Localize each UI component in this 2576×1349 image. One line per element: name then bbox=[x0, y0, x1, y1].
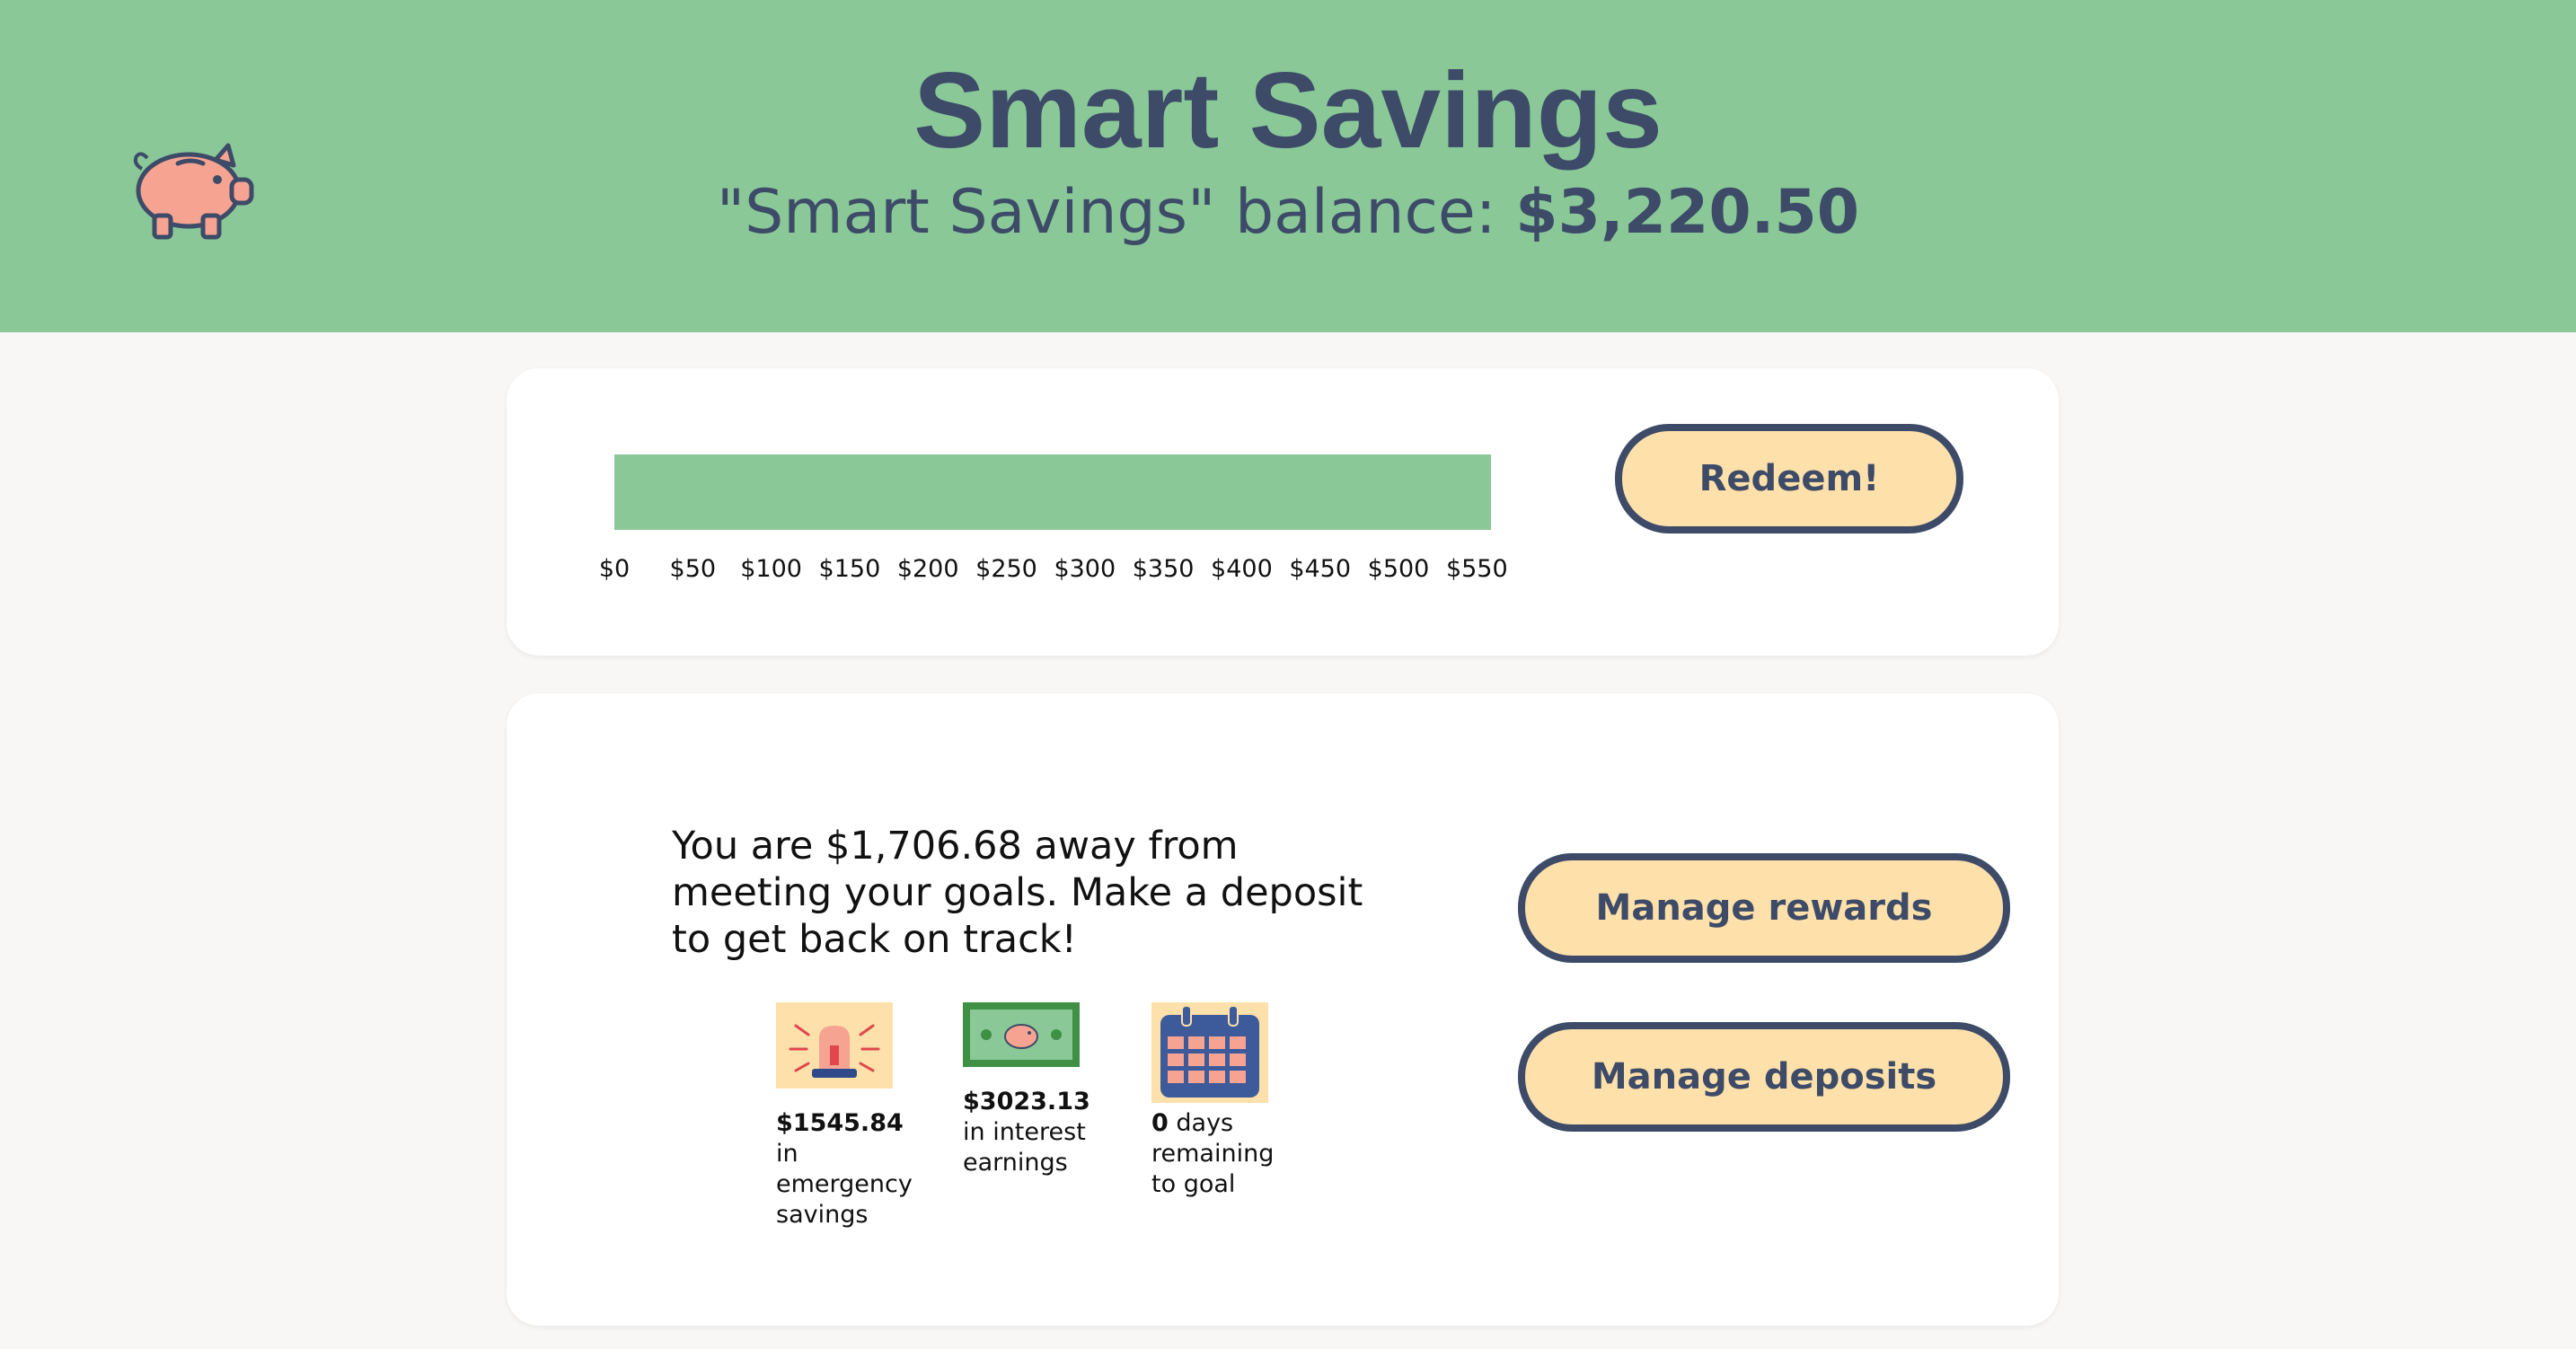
days-remaining-value: 0 bbox=[1151, 1109, 1169, 1137]
savings-progress-bar bbox=[614, 454, 1491, 530]
progress-axis: $0 $50 $100 $150 $200 $250 $300 $350 $400 $450 $50… bbox=[599, 555, 1508, 591]
progress-card: $0 $50 $100 $150 $200 $250 $300 $350 $400 $450 $50… bbox=[507, 368, 2059, 656]
interest-earnings-value: $3023.13 bbox=[963, 1088, 1090, 1115]
progress-tick-label: $550 bbox=[1445, 555, 1508, 583]
emergency-savings-stat: $1545.84 in emergency savings bbox=[776, 1002, 920, 1230]
progress-tick-label: $500 bbox=[1367, 555, 1430, 583]
interest-earnings-stat: $3023.13 in interest earnings bbox=[963, 1002, 1107, 1178]
emergency-savings-value: $1545.84 bbox=[776, 1109, 904, 1137]
interest-earnings-label: in interest earnings bbox=[963, 1118, 1086, 1177]
progress-tick-label: $450 bbox=[1289, 555, 1352, 583]
progress-tick-label: $400 bbox=[1211, 555, 1273, 583]
progress-tick-label: $250 bbox=[975, 555, 1037, 583]
goals-card: You are $1,706.68 away from meeting your… bbox=[507, 693, 2059, 1326]
progress-tick-label: $300 bbox=[1054, 555, 1116, 583]
app-title: Smart Savings bbox=[913, 50, 1663, 171]
calendar-icon bbox=[1151, 1002, 1268, 1103]
alarm-siren-icon bbox=[776, 1002, 893, 1089]
manage-deposits-button[interactable]: Manage deposits bbox=[1518, 1022, 2010, 1132]
goal-status-message: You are $1,706.68 away from meeting your… bbox=[672, 824, 1363, 962]
progress-tick-label: $100 bbox=[740, 555, 802, 583]
progress-tick-label: $200 bbox=[896, 555, 959, 583]
money-bill-icon bbox=[963, 1002, 1080, 1067]
progress-tick-label: $0 bbox=[598, 555, 631, 583]
balance-label: "Smart Savings" balance: bbox=[716, 177, 1496, 248]
progress-tick-label: $350 bbox=[1132, 555, 1195, 583]
days-remaining-stat: 0 days remaining to goal bbox=[1151, 1002, 1295, 1200]
emergency-savings-label: in emergency savings bbox=[776, 1140, 913, 1229]
progress-tick-label: $150 bbox=[818, 555, 881, 583]
progress-bar-fill bbox=[614, 454, 1491, 530]
redeem-button[interactable]: Redeem! bbox=[1615, 424, 1963, 533]
progress-tick-label: $50 bbox=[669, 555, 717, 583]
balance-amount: $3,220.50 bbox=[1515, 177, 1860, 248]
app-header: Smart Savings "Smart Savings" balance: $… bbox=[0, 0, 2576, 332]
balance-summary: "Smart Savings" balance: $3,220.50 bbox=[0, 172, 2576, 253]
days-remaining-label: days remaining to goal bbox=[1151, 1109, 1275, 1198]
manage-rewards-button[interactable]: Manage rewards bbox=[1518, 853, 2010, 963]
